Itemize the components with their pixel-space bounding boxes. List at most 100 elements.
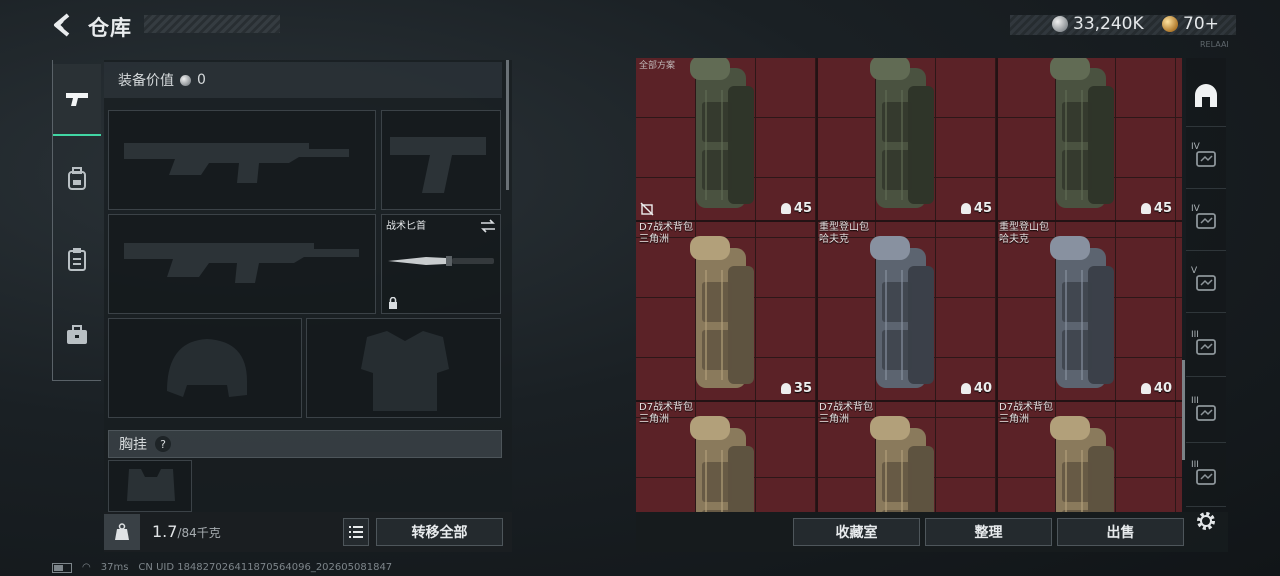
ping-value: 37ms bbox=[100, 562, 129, 573]
tier-level: V bbox=[1191, 266, 1198, 276]
tab-weapons[interactable] bbox=[53, 64, 101, 136]
filter-all[interactable] bbox=[1186, 66, 1226, 127]
armor-silhouette-icon bbox=[361, 331, 449, 411]
knife-slot[interactable]: 战术匕首 bbox=[381, 214, 501, 314]
chest-rig-slot[interactable] bbox=[108, 460, 192, 512]
item-brand: 哈夫克 bbox=[999, 234, 1029, 245]
back-arrow-icon[interactable] bbox=[50, 12, 76, 38]
storage-item-cell[interactable]: 45 bbox=[816, 58, 996, 220]
silver-currency[interactable]: 33,240K bbox=[1052, 14, 1144, 34]
tab-items[interactable] bbox=[53, 300, 101, 370]
organize-button[interactable]: 整理 bbox=[925, 518, 1052, 546]
settings-gear-icon[interactable] bbox=[1194, 509, 1218, 533]
no-container-icon bbox=[640, 202, 654, 216]
weight-indicator: 1.7/84千克 bbox=[152, 522, 221, 541]
backpack-item-icon bbox=[1050, 58, 1114, 208]
backpack-icon bbox=[68, 167, 86, 190]
gold-currency[interactable]: 70+ bbox=[1162, 14, 1219, 34]
item-brand: 三角洲 bbox=[999, 414, 1029, 425]
status-bar: ◠ 37ms CN UID 1848270264118705640​96_202… bbox=[52, 562, 392, 573]
item-name-label: D7战术背包 三角洲 bbox=[639, 402, 693, 426]
uid-text: CN UID 1848270264118705640​96_2026050818… bbox=[138, 562, 393, 573]
gold-amount: 70+ bbox=[1183, 14, 1219, 34]
durability-value: 40 bbox=[1153, 381, 1172, 396]
lock-icon bbox=[389, 297, 397, 309]
chest-rig-silhouette-icon bbox=[127, 469, 175, 501]
backpack-item-icon bbox=[1050, 416, 1114, 512]
sidearm-slot[interactable] bbox=[381, 110, 501, 210]
title-stripe-decoration bbox=[144, 15, 280, 33]
item-name-label: 重型登山包 哈夫克 bbox=[819, 222, 869, 246]
briefcase-icon bbox=[67, 325, 87, 344]
helmet-icon bbox=[1195, 84, 1217, 107]
rifle-silhouette-icon bbox=[124, 243, 359, 283]
backpack-item-icon bbox=[690, 58, 754, 208]
filter-backpack-tier[interactable]: V bbox=[1186, 252, 1226, 313]
backpack-item-icon bbox=[1050, 236, 1114, 388]
item-durability: 35 bbox=[780, 381, 812, 396]
sell-button[interactable]: 出售 bbox=[1057, 518, 1184, 546]
item-name: 重型登山包 bbox=[999, 222, 1049, 233]
swap-icon[interactable] bbox=[480, 219, 496, 233]
gold-coin-icon bbox=[1162, 16, 1178, 32]
storage-item-cell[interactable]: D7战术背包三角洲35 bbox=[996, 400, 1176, 512]
pistol-icon bbox=[66, 93, 88, 106]
item-durability: 40 bbox=[1140, 381, 1172, 396]
storage-scrollbar[interactable] bbox=[1182, 360, 1185, 460]
help-icon[interactable]: ? bbox=[155, 436, 171, 452]
item-brand: 三角洲 bbox=[639, 234, 669, 245]
body-armor-slot[interactable] bbox=[306, 318, 501, 418]
silver-coin-icon bbox=[1052, 16, 1068, 32]
tab-armor[interactable] bbox=[53, 224, 101, 294]
storage-item-cell[interactable]: 45 bbox=[636, 58, 816, 220]
storage-item-cell[interactable]: 重型登山包 哈夫克 40 bbox=[996, 220, 1176, 400]
storage-item-cell[interactable]: D7战术背包三角洲35 bbox=[816, 400, 996, 512]
transfer-all-button[interactable]: 转移全部 bbox=[376, 518, 503, 546]
page-title: 仓库 bbox=[88, 16, 132, 40]
chest-rig-header[interactable]: 胸挂 ? bbox=[108, 430, 502, 458]
tier-level: III bbox=[1191, 330, 1199, 340]
category-tabs bbox=[52, 60, 101, 381]
weight-max: /84千克 bbox=[177, 526, 221, 540]
storage-item-cell[interactable]: 重型登山包 哈夫克 40 bbox=[816, 220, 996, 400]
filter-backpack-tier[interactable]: III bbox=[1186, 382, 1226, 443]
storage-item-cell[interactable]: D7战术背包 三角洲 bbox=[636, 400, 816, 512]
weight-current: 1.7 bbox=[152, 522, 178, 541]
filter-backpack-tier[interactable]: III bbox=[1186, 446, 1226, 507]
collection-room-button[interactable]: 收藏室 bbox=[793, 518, 920, 546]
item-name: D7战术背包 bbox=[639, 402, 694, 413]
item-durability: 45 bbox=[960, 201, 992, 216]
filter-backpack-tier[interactable]: IV bbox=[1186, 128, 1226, 189]
item-name-label: D7战术背包 三角洲 bbox=[999, 402, 1053, 426]
silver-amount: 33,240K bbox=[1073, 14, 1144, 34]
list-view-button[interactable] bbox=[343, 518, 369, 546]
storage-item-cell[interactable]: 45 bbox=[996, 58, 1176, 220]
durability-icon bbox=[1140, 203, 1151, 214]
item-durability: 45 bbox=[780, 201, 812, 216]
durability-value: 45 bbox=[1153, 201, 1172, 216]
storage-grid[interactable]: 全部方案 45 45 45 D7战术背包 三角洲 35 重型登山包 哈夫克 40… bbox=[636, 58, 1182, 512]
equipment-value-header: 装备价值 0 bbox=[104, 62, 502, 98]
tier-level: IV bbox=[1191, 204, 1200, 214]
item-name-label: 重型登山包 哈夫克 bbox=[999, 222, 1049, 246]
equipment-scrollbar[interactable] bbox=[506, 60, 509, 190]
helmet-slot[interactable] bbox=[108, 318, 302, 418]
filter-backpack-tier[interactable]: III bbox=[1186, 316, 1226, 377]
filter-backpack-tier[interactable]: IV bbox=[1186, 190, 1226, 251]
backpack-item-icon bbox=[870, 236, 934, 388]
tier-level: III bbox=[1191, 460, 1199, 470]
backpack-item-icon bbox=[870, 416, 934, 512]
clipboard-icon bbox=[68, 248, 86, 271]
tactical-knife-icon bbox=[388, 256, 494, 266]
weight-lock-button[interactable] bbox=[104, 514, 140, 550]
primary-weapon-slot[interactable] bbox=[108, 110, 376, 210]
item-name-label: D7战术背包 三角洲 bbox=[819, 402, 873, 426]
backpack-item-icon bbox=[690, 416, 754, 512]
storage-item-cell[interactable]: D7战术背包三角洲35 bbox=[636, 220, 816, 400]
item-brand: 三角洲 bbox=[639, 414, 669, 425]
helmet-silhouette-icon bbox=[167, 339, 247, 397]
durability-icon bbox=[1140, 383, 1151, 394]
tab-backpack[interactable] bbox=[53, 144, 101, 214]
secondary-weapon-slot[interactable] bbox=[108, 214, 376, 314]
item-name: D7战术背包 bbox=[999, 402, 1054, 413]
